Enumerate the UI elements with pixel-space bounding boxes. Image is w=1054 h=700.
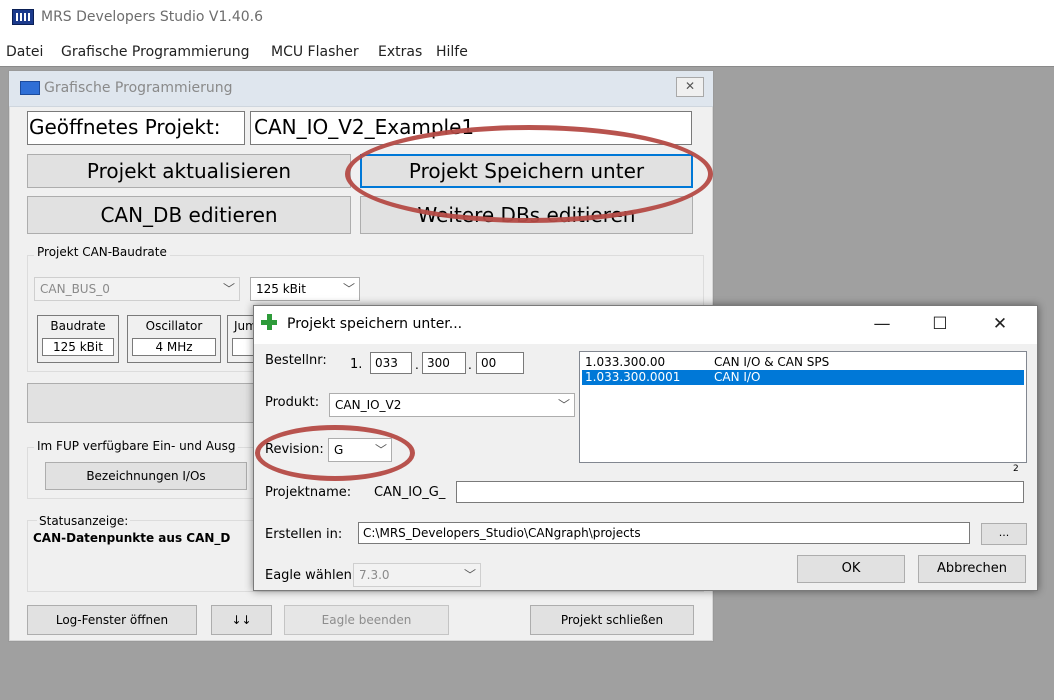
browse-button[interactable]: ... [981,523,1027,545]
menu-hilfe[interactable]: Hilfe [436,44,468,60]
scroll-down-button[interactable]: ↓↓ [211,605,272,635]
eagle-end-button[interactable]: Eagle beenden [284,605,449,635]
open-project-label: Geöffnetes Projekt: [29,115,221,139]
revision-value: G [334,443,344,457]
cancel-button[interactable]: Abbrechen [918,555,1026,583]
oscillator-frame-label: Oscillator [145,319,203,333]
menu-grafische-programmierung[interactable]: Grafische Programmierung [61,44,250,60]
app-logo-icon [12,9,34,25]
gp-title: Grafische Programmierung [44,80,233,96]
menu-datei[interactable]: Datei [6,44,43,60]
baudrate-frame-value: 125 kBit [42,338,114,356]
save-project-as-button[interactable]: Projekt Speichern unter [360,154,693,188]
oscillator-frame: Oscillator 4 MHz [127,315,221,363]
list-count: 2 [1013,464,1019,474]
project-name-prefix: CAN_IO_G_ [374,485,446,500]
status-label: Statusanzeige: [37,514,131,528]
project-name-label: Projektname: [265,485,352,500]
eagle-value: 7.3.0 [359,568,390,582]
open-log-button[interactable]: Log-Fenster öffnen [27,605,197,635]
list-item-id: 1.033.300.00 [585,355,666,369]
list-item-name: CAN I/O [714,370,761,384]
maximize-button[interactable]: ☐ [920,314,960,336]
chevron-down-icon: ﹀ [222,282,235,296]
create-in-input[interactable]: C:\MRS_Developers_Studio\CANgraph\projec… [358,522,970,544]
minimize-button[interactable]: — [862,314,902,336]
save-as-dialog: Projekt speichern unter... — ☐ ✕ Bestell… [253,305,1038,591]
app-title: MRS Developers Studio V1.40.6 [41,9,264,25]
add-plus-icon [261,314,277,330]
order-number-label: Bestellnr: [265,353,327,368]
order-part1-input[interactable]: 033 [370,352,412,374]
order-dot-separator: . [468,358,472,372]
chevron-down-icon: ﹀ [557,398,570,412]
order-part3-input[interactable]: 00 [476,352,524,374]
revision-label: Revision: [265,442,324,457]
list-item-id: 1.033.300.0001 [585,370,681,384]
app-title-bar: MRS Developers Studio V1.40.6 [0,0,1054,36]
dialog-title: Projekt speichern unter... [287,316,463,332]
chevron-down-icon: ﹀ [463,568,476,582]
revision-select[interactable]: G ﹀ [328,438,392,462]
oscillator-frame-value: 4 MHz [132,338,216,356]
edit-can-db-button[interactable]: CAN_DB editieren [27,196,351,234]
edit-more-dbs-button[interactable]: Weitere DBs editieren [360,196,693,234]
open-project-value: CAN_IO_V2_Example1 [254,115,475,139]
product-value: CAN_IO_V2 [335,398,402,412]
project-name-input[interactable] [456,481,1024,503]
baudrate-frame-label: Baudrate [50,319,106,333]
chevron-down-icon: ﹀ [374,443,387,457]
order-dot-separator: . [415,358,419,372]
hidden-action-button[interactable] [27,383,267,423]
can-bus-select[interactable]: CAN_BUS_0 ﹀ [34,277,240,301]
product-select[interactable]: CAN_IO_V2 ﹀ [329,393,575,417]
can-bus-value: CAN_BUS_0 [40,282,110,296]
menu-extras[interactable]: Extras [378,44,422,60]
fup-group-label: Im FUP verfügbare Ein- und Ausg [34,439,239,453]
baudrate-select[interactable]: 125 kBit ﹀ [250,277,360,301]
order-number-prefix: 1. [350,357,363,372]
order-part2-input[interactable]: 300 [422,352,466,374]
menu-mcu-flasher[interactable]: MCU Flasher [271,44,359,60]
create-in-label: Erstellen in: [265,527,343,542]
close-project-button[interactable]: Projekt schließen [530,605,694,635]
list-item-name: CAN I/O & CAN SPS [714,355,830,369]
update-project-button[interactable]: Projekt aktualisieren [27,154,351,188]
baudrate-group-label: Projekt CAN-Baudrate [34,245,170,259]
gp-close-button[interactable]: ✕ [676,77,704,97]
list-item-selected[interactable]: 1.033.300.0001 CAN I/O [582,370,1024,385]
status-text: CAN-Datenpunkte aus CAN_D [33,531,231,545]
product-list[interactable]: 1.033.300.00 CAN I/O & CAN SPS 1.033.300… [579,351,1027,463]
list-item[interactable]: 1.033.300.00 CAN I/O & CAN SPS [582,355,1024,370]
io-names-button[interactable]: Bezeichnungen I/Os [45,462,247,490]
ok-button[interactable]: OK [797,555,905,583]
chevron-down-icon: ﹀ [342,282,355,296]
gp-window-icon [20,81,40,95]
menu-bar: Datei Grafische Programmierung MCU Flash… [0,36,1054,66]
eagle-label: Eagle wählen: [265,568,357,583]
close-button[interactable]: ✕ [980,314,1020,336]
baudrate-frame: Baudrate 125 kBit [37,315,119,363]
baudrate-value: 125 kBit [256,282,306,296]
eagle-select[interactable]: 7.3.0 ﹀ [353,563,481,587]
product-label: Produkt: [265,395,320,410]
